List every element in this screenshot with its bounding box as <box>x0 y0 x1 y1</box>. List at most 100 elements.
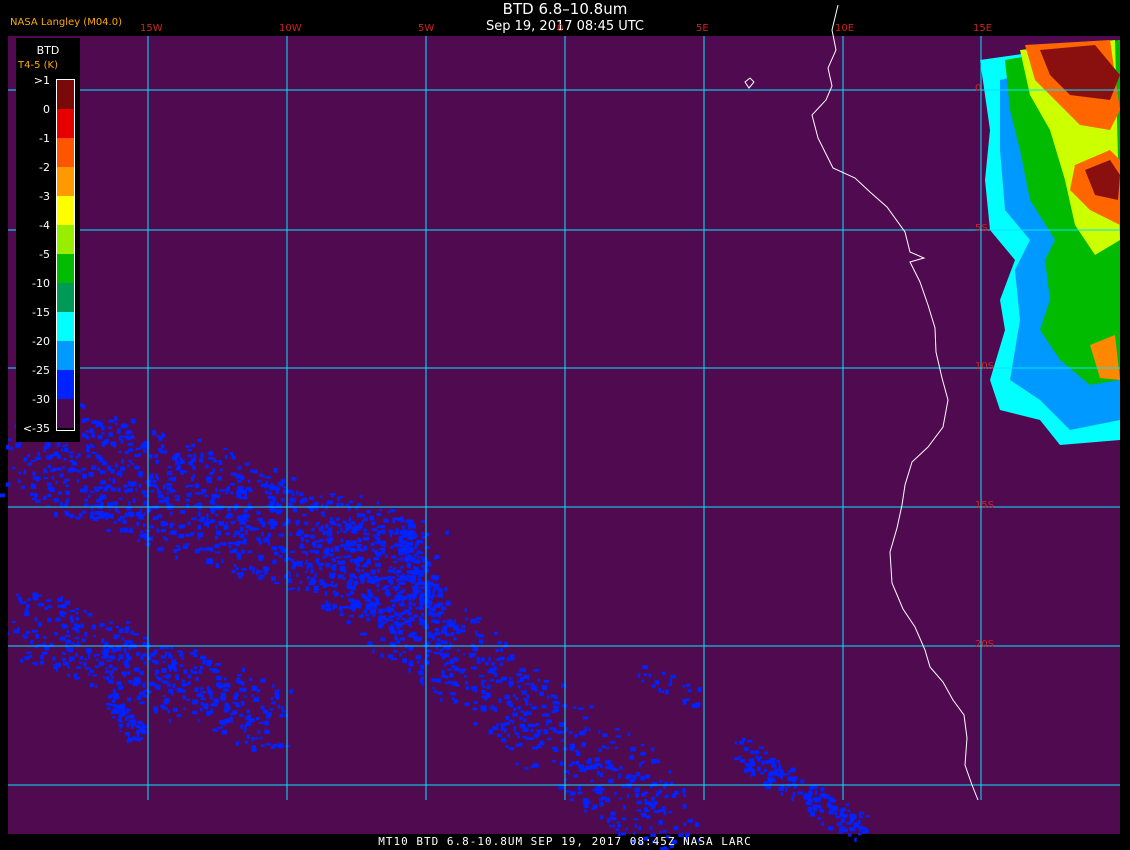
cloud-pixel <box>513 726 517 732</box>
cloud-pixel <box>206 513 209 519</box>
cloud-pixel <box>509 685 512 688</box>
cloud-pixel <box>82 473 87 479</box>
cloud-pixel <box>419 616 422 620</box>
cloud-pixel <box>345 503 350 507</box>
cloud-pixel <box>421 551 424 555</box>
cloud-pixel <box>247 717 250 721</box>
cloud-pixel <box>453 637 457 641</box>
legend-units: T4-5 (K) <box>18 60 58 71</box>
cloud-pixel <box>114 416 118 421</box>
cloud-pixel <box>227 507 231 512</box>
cloud-pixel <box>94 665 98 669</box>
cloud-pixel <box>370 569 376 575</box>
cloud-pixel <box>449 672 454 678</box>
cloud-pixel <box>377 589 380 592</box>
cloud-pixel <box>552 700 559 705</box>
cloud-pixel <box>413 554 417 557</box>
cloud-pixel <box>87 494 91 498</box>
cloud-pixel <box>330 547 333 551</box>
cloud-pixel <box>199 707 203 712</box>
cloud-pixel <box>132 682 139 687</box>
cloud-pixel <box>768 771 775 775</box>
cloud-pixel <box>26 651 32 654</box>
cloud-pixel <box>269 708 274 711</box>
cloud-pixel <box>599 787 605 791</box>
cloud-pixel <box>398 553 405 556</box>
cloud-pixel <box>236 493 242 499</box>
cloud-pixel <box>744 768 748 773</box>
cloud-pixel <box>270 525 276 530</box>
cloud-pixel <box>537 678 540 682</box>
cloud-pixel <box>348 507 351 511</box>
cloud-pixel <box>505 745 509 748</box>
cloud-pixel <box>246 709 251 714</box>
cloud-pixel <box>142 636 149 640</box>
cloud-pixel <box>436 638 441 642</box>
cloud-pixel <box>24 612 30 617</box>
cloud-pixel <box>697 687 702 692</box>
cloud-pixel <box>318 539 324 543</box>
cloud-pixel <box>532 746 539 750</box>
cloud-pixel <box>85 667 91 670</box>
cloud-pixel <box>128 459 132 463</box>
cloud-pixel <box>297 561 303 565</box>
cloud-pixel <box>277 688 280 694</box>
cloud-pixel <box>397 639 400 644</box>
cloud-pixel <box>160 529 167 533</box>
cloud-pixel <box>247 479 251 483</box>
cloud-pixel <box>405 619 412 623</box>
cloud-pixel <box>432 589 435 592</box>
cloud-pixel <box>79 656 84 660</box>
cloud-pixel <box>157 489 160 495</box>
cloud-pixel <box>648 673 652 678</box>
cloud-pixel <box>654 680 659 685</box>
cloud-pixel <box>494 672 498 677</box>
cloud-pixel <box>198 518 205 522</box>
cloud-pixel <box>371 528 378 531</box>
cloud-pixel <box>497 641 502 645</box>
cloud-pixel <box>199 666 204 670</box>
cloud-pixel <box>209 451 214 456</box>
cloud-pixel <box>436 646 439 650</box>
cloud-pixel <box>328 527 333 533</box>
cloud-pixel <box>455 684 460 687</box>
cloud-pixel <box>579 767 583 772</box>
cloud-pixel <box>116 428 121 434</box>
cloud-pixel <box>218 460 223 465</box>
cloud-pixel <box>279 713 284 718</box>
cloud-pixel <box>734 741 738 745</box>
cloud-pixel <box>46 482 52 486</box>
cloud-pixel <box>176 687 182 693</box>
cloud-pixel <box>394 637 397 640</box>
map-timestamp: Sep 19, 2017 08:45 UTC <box>485 19 645 34</box>
cloud-pixel <box>406 562 411 568</box>
cloud-pixel <box>400 519 405 523</box>
cloud-pixel <box>481 689 486 695</box>
cloud-pixel <box>130 462 135 465</box>
cloud-pixel <box>8 438 12 441</box>
cloud-pixel <box>820 822 824 826</box>
cloud-pixel <box>65 443 69 447</box>
cloud-pixel <box>742 738 746 742</box>
cloud-pixel <box>11 467 16 470</box>
cloud-pixel <box>314 573 318 577</box>
cloud-pixel <box>641 679 645 683</box>
cloud-pixel <box>523 697 528 701</box>
cloud-pixel <box>412 531 417 534</box>
cloud-pixel <box>38 602 44 607</box>
legend-title: BTD <box>36 44 60 57</box>
cloud-pixel <box>612 768 616 772</box>
cloud-pixel <box>93 634 96 638</box>
cloud-pixel <box>257 517 263 521</box>
cloud-pixel <box>321 527 324 530</box>
cloud-pixel <box>494 666 497 671</box>
cloud-pixel <box>598 799 603 802</box>
cloud-pixel <box>66 629 69 634</box>
cloud-pixel <box>246 519 249 522</box>
cloud-pixel <box>804 793 809 799</box>
cloud-pixel <box>563 778 568 781</box>
cloud-pixel <box>260 678 266 683</box>
cloud-pixel <box>236 705 241 708</box>
cloud-pixel <box>349 614 354 618</box>
cloud-pixel <box>69 467 73 471</box>
